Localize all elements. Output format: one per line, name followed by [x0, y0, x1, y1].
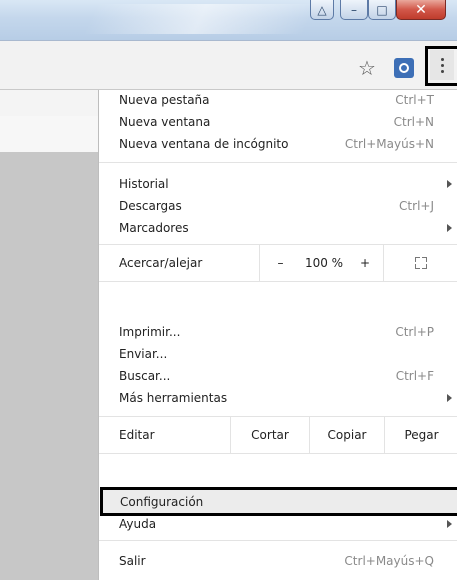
shortcut-label: Ctrl+N: [393, 115, 434, 129]
browser-toolbar: [0, 40, 457, 90]
extension-icon[interactable]: [394, 58, 414, 78]
menu-item-find[interactable]: Buscar... Ctrl+F: [99, 366, 457, 386]
submenu-arrow-icon: [447, 520, 452, 528]
menu-item-downloads[interactable]: Descargas Ctrl+J: [99, 196, 457, 216]
page-background-strip: [0, 90, 98, 117]
menu-item-label: Nueva ventana de incógnito: [119, 137, 289, 151]
menu-item-label: Historial: [119, 177, 169, 191]
menu-item-exit[interactable]: Salir Ctrl+Mayús+Q: [99, 551, 457, 571]
maximize-button[interactable]: □: [368, 0, 396, 20]
submenu-arrow-icon: [447, 394, 452, 402]
user-icon[interactable]: △: [310, 0, 334, 20]
minimize-button[interactable]: –: [340, 0, 368, 20]
paste-button[interactable]: Pegar: [384, 417, 457, 453]
shortcut-label: Ctrl+T: [395, 93, 434, 107]
titlebar-sheen: [83, 4, 317, 34]
menu-separator: [99, 540, 457, 541]
shortcut-label: Ctrl+F: [395, 369, 434, 383]
menu-item-print[interactable]: Imprimir... Ctrl+P: [99, 322, 457, 342]
zoom-percentage: 100 %: [304, 256, 344, 270]
menu-item-label: Buscar...: [119, 369, 171, 383]
shortcut-label: Ctrl+Mayús+N: [344, 137, 434, 151]
menu-item-more-tools[interactable]: Más herramientas: [99, 388, 457, 408]
menu-item-label: Configuración: [120, 494, 204, 509]
menu-item-help[interactable]: Ayuda: [99, 514, 457, 534]
minus-icon: –: [277, 256, 284, 270]
menu-item-label: Nueva ventana: [119, 115, 211, 129]
menu-item-label: Salir: [119, 554, 146, 568]
zoom-out-button[interactable]: –: [259, 245, 301, 281]
menu-item-new-tab[interactable]: Nueva pestaña Ctrl+T: [99, 90, 457, 110]
menu-item-label: Nueva pestaña: [119, 93, 210, 107]
cut-label: Cortar: [251, 428, 289, 442]
page-background: [0, 152, 98, 580]
page-background-strip: [0, 116, 98, 153]
zoom-label: Acercar/alejar: [119, 256, 203, 270]
shortcut-label: Ctrl+J: [399, 199, 434, 213]
menu-item-history[interactable]: Historial: [99, 174, 457, 194]
menu-item-label: Ayuda: [119, 517, 157, 531]
menu-separator: [99, 162, 457, 163]
menu-zoom-row: Acercar/alejar – 100 % +: [99, 245, 457, 281]
shortcut-label: Ctrl+P: [395, 325, 434, 339]
bookmark-star-icon[interactable]: ☆: [354, 56, 380, 80]
copy-label: Copiar: [327, 428, 367, 442]
menu-item-bookmarks[interactable]: Marcadores: [99, 218, 457, 238]
shortcut-label: Ctrl+Mayús+Q: [344, 554, 434, 568]
fullscreen-button[interactable]: [383, 245, 457, 281]
zoom-in-button[interactable]: +: [347, 245, 383, 281]
menu-item-label: Marcadores: [119, 221, 189, 235]
menu-separator: [99, 281, 457, 282]
menu-item-label: Más herramientas: [119, 391, 228, 405]
menu-item-label: Imprimir...: [119, 325, 181, 339]
submenu-arrow-icon: [447, 224, 452, 232]
paste-label: Pegar: [404, 428, 439, 442]
menu-item-label: Descargas: [119, 199, 182, 213]
menu-edit-row: Editar Cortar Copiar Pegar: [99, 417, 457, 453]
three-dots-menu-icon[interactable]: [430, 50, 454, 80]
menu-item-new-window[interactable]: Nueva ventana Ctrl+N: [99, 112, 457, 132]
menu-item-send[interactable]: Enviar...: [99, 344, 457, 364]
menu-item-incognito[interactable]: Nueva ventana de incógnito Ctrl+Mayús+N: [99, 134, 457, 154]
menu-item-label: Enviar...: [119, 347, 168, 361]
edit-label: Editar: [119, 428, 155, 442]
cut-button[interactable]: Cortar: [230, 417, 309, 453]
plus-icon: +: [359, 256, 371, 270]
copy-button[interactable]: Copiar: [309, 417, 384, 453]
menu-item-settings[interactable]: Configuración: [100, 487, 457, 516]
zoom-value: 100 %: [301, 245, 347, 281]
menu-separator: [99, 453, 457, 454]
close-button[interactable]: ✕: [396, 0, 446, 20]
submenu-arrow-icon: [447, 180, 452, 188]
window-titlebar: △ – □ ✕: [0, 0, 457, 40]
fullscreen-icon: [415, 257, 427, 269]
